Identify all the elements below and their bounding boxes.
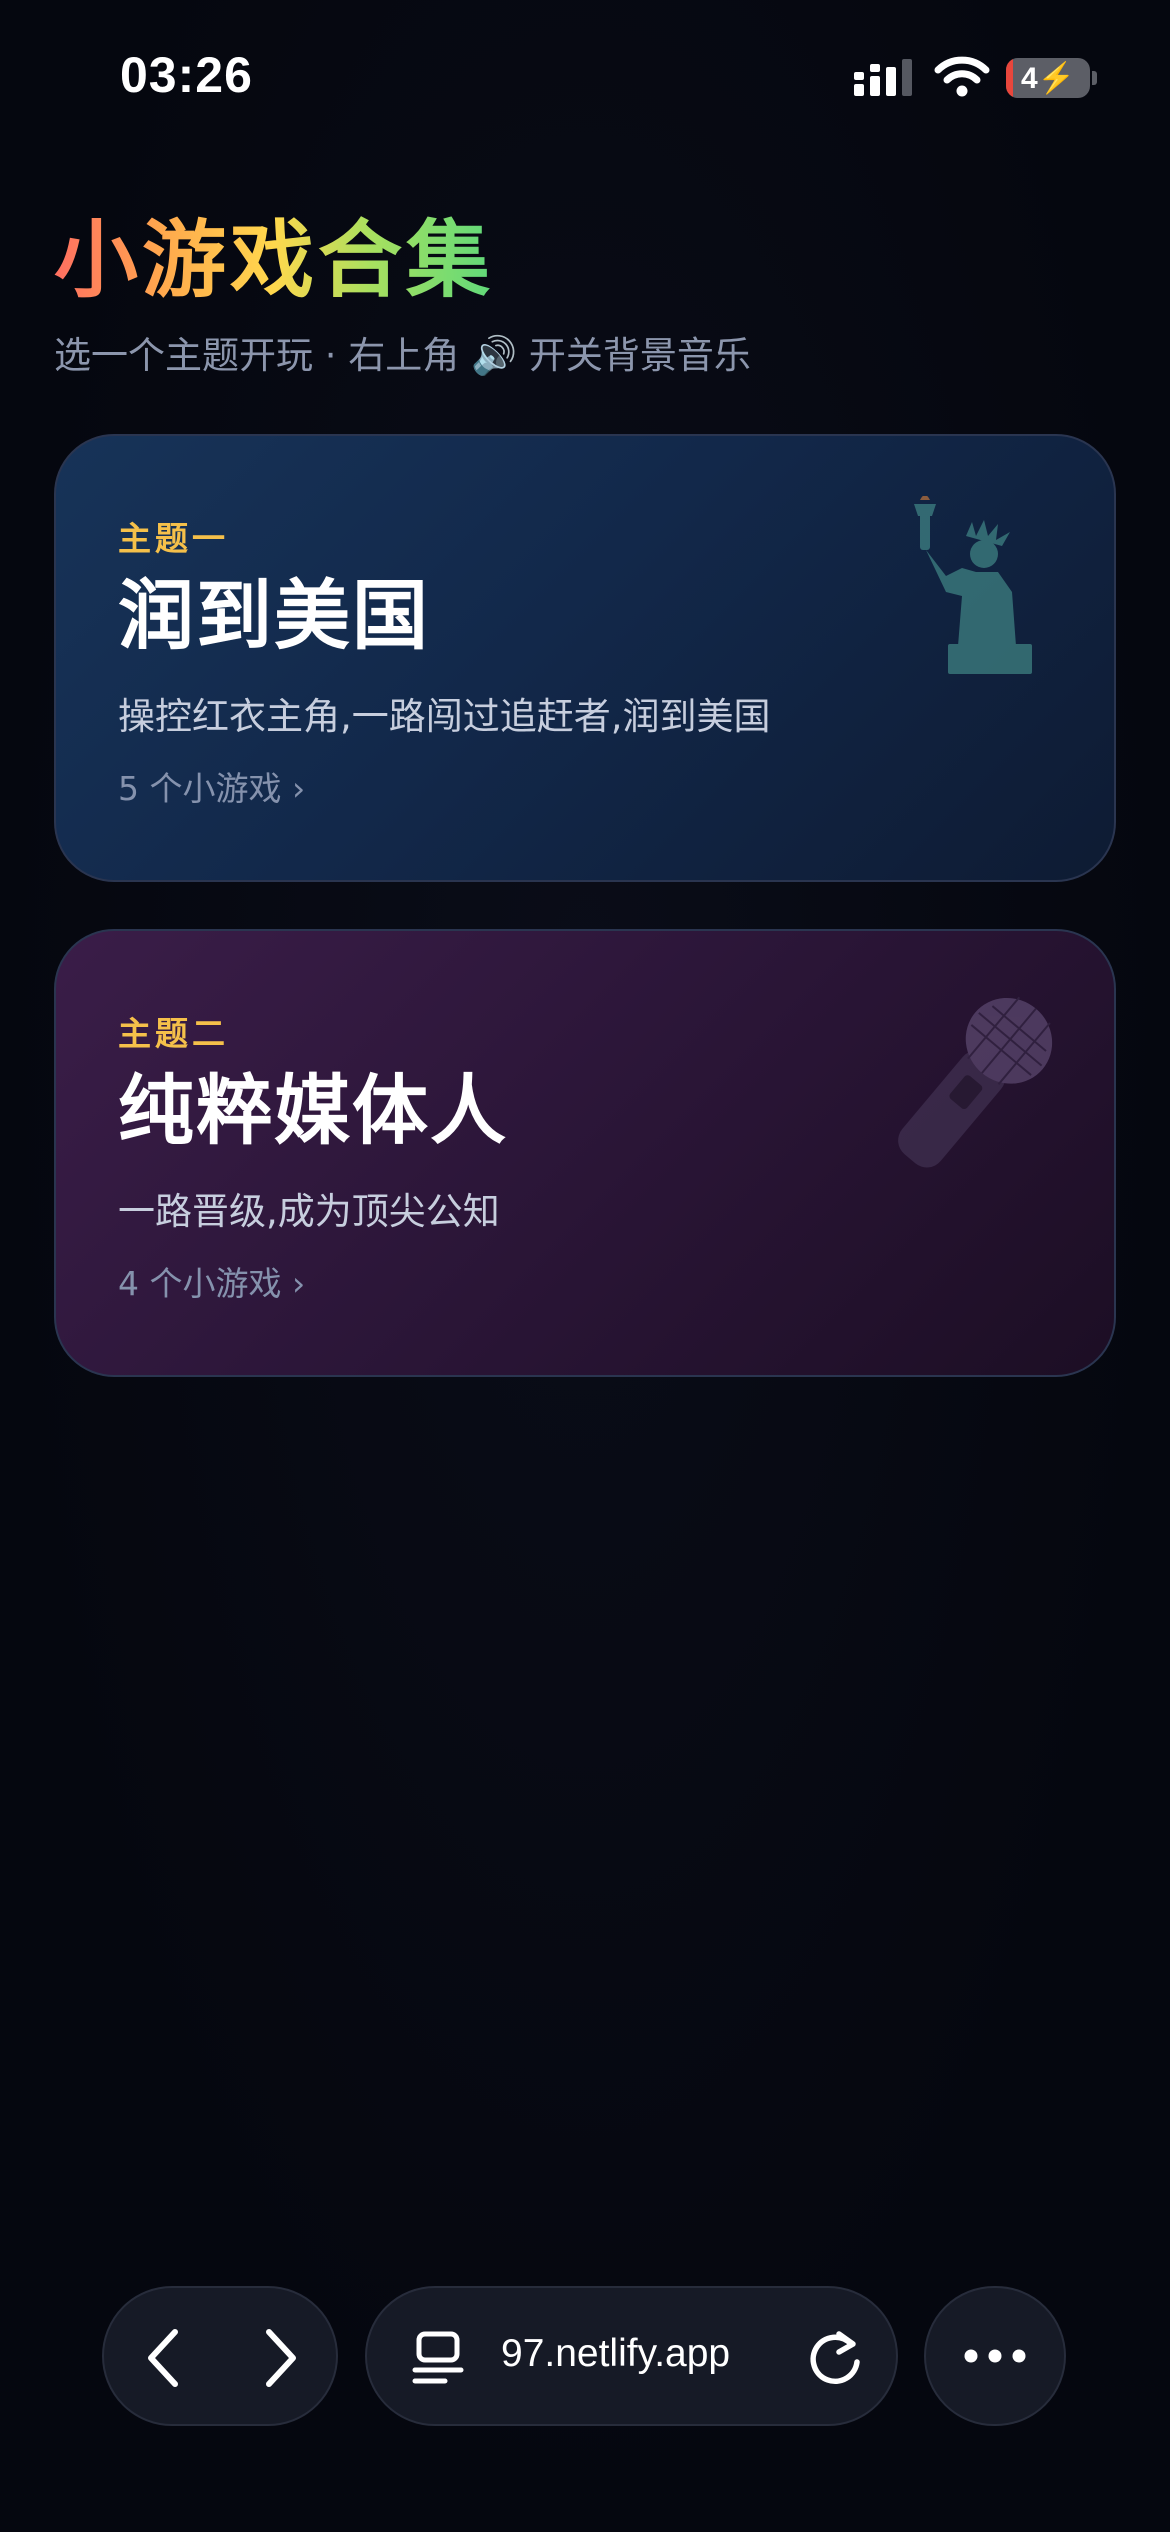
forward-icon — [266, 2329, 296, 2387]
theme-description: 一路晋级,成为顶尖公知 — [118, 1190, 500, 1233]
page-subtitle: 选一个主题开玩 · 右上角 🔊 开关背景音乐 — [54, 334, 751, 377]
more-icon — [964, 2349, 1026, 2363]
battery-indicator: 4⚡ — [1006, 58, 1090, 98]
battery-cap — [1092, 71, 1097, 85]
page-title: 小游戏合集 — [54, 205, 494, 315]
address-bar[interactable]: 97.netlify.app — [365, 2286, 898, 2426]
status-time: 03:26 — [120, 47, 253, 103]
wifi-icon — [934, 56, 990, 97]
theme-card-usa[interactable]: 主题一 润到美国 操控红衣主角,一路闯过追赶者,润到美国 5 个小游戏 › — [54, 434, 1116, 882]
charging-bolt-icon: ⚡ — [1037, 62, 1076, 95]
tabs-icon[interactable] — [411, 2330, 465, 2386]
status-bar: 03:26 4⚡ — [0, 0, 1170, 150]
battery-label: 4⚡ — [1020, 62, 1076, 95]
forward-button[interactable] — [222, 2288, 340, 2428]
theme-title: 润到美国 — [118, 571, 430, 660]
theme-title: 纯粹媒体人 — [118, 1066, 508, 1155]
more-button[interactable] — [924, 2286, 1066, 2426]
statue-of-liberty-icon — [914, 496, 1032, 674]
back-button[interactable] — [104, 2288, 222, 2428]
page: 03:26 4⚡ 小游戏合集 选一个主题开玩 · 右上角 🔊 开关背景音乐 主题… — [0, 0, 1170, 2532]
back-icon — [148, 2329, 178, 2387]
url-text[interactable]: 97.netlify.app — [501, 2332, 730, 2376]
theme-eyebrow: 主题一 — [118, 519, 229, 558]
cellular-signal-icon — [854, 59, 912, 96]
theme-game-count: 4 个小游戏 › — [118, 1264, 306, 1303]
theme-game-count: 5 个小游戏 › — [118, 769, 306, 808]
theme-card-media[interactable]: 主题二 纯粹媒体人 一路晋级,成为顶尖公知 4 个小游戏 › — [54, 929, 1116, 1377]
theme-eyebrow: 主题二 — [118, 1014, 229, 1053]
microphone-icon — [898, 996, 1053, 1168]
history-nav — [102, 2286, 338, 2426]
reload-icon[interactable] — [807, 2328, 865, 2386]
theme-description: 操控红衣主角,一路闯过追赶者,润到美国 — [118, 695, 771, 738]
